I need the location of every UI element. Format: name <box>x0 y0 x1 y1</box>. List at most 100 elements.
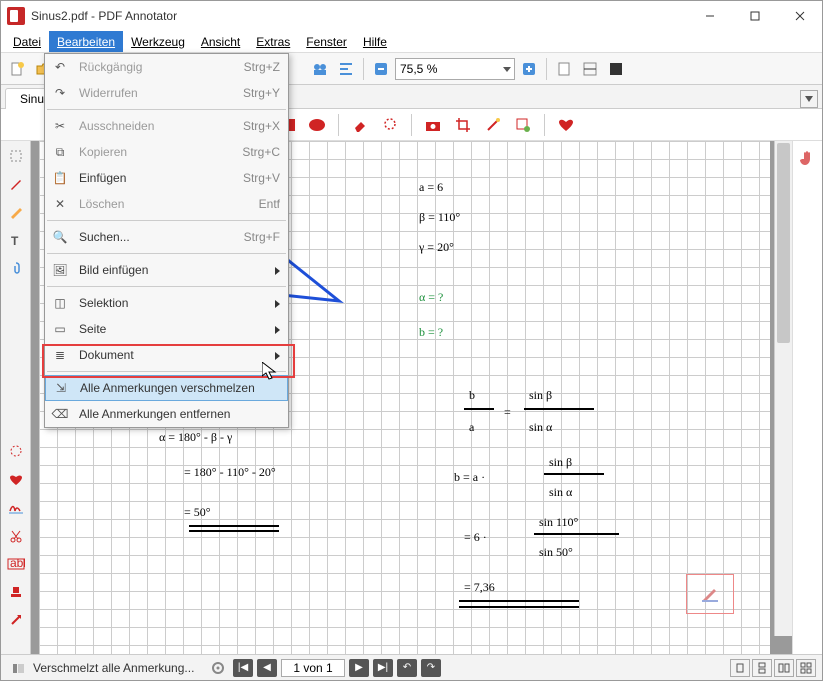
eraser-icon[interactable] <box>348 113 372 137</box>
pen-tool-icon[interactable] <box>5 173 27 195</box>
zoom-out-button[interactable] <box>369 57 393 81</box>
page-field[interactable]: 1 von 1 <box>281 659 345 677</box>
wand-icon[interactable] <box>481 113 505 137</box>
view-grid-icon[interactable] <box>796 659 816 677</box>
camera-icon[interactable] <box>421 113 445 137</box>
favorite-icon[interactable] <box>554 113 578 137</box>
svg-text:a = 6: a = 6 <box>419 180 443 194</box>
maximize-button[interactable] <box>732 1 777 31</box>
menu-paste[interactable]: 📋EinfügenStrg+V <box>45 165 288 191</box>
nav-back-icon[interactable]: ↶ <box>397 659 417 677</box>
menu-extras[interactable]: Extras <box>248 31 298 52</box>
svg-text:=: = <box>504 405 511 419</box>
svg-text:abl: abl <box>10 558 25 570</box>
new-button[interactable] <box>5 57 29 81</box>
svg-text:α = ?: α = ? <box>419 290 443 304</box>
lasso-icon[interactable] <box>378 113 402 137</box>
menu-find[interactable]: 🔍Suchen...Strg+F <box>45 224 288 250</box>
sig-icon[interactable] <box>5 497 27 519</box>
vertical-scrollbar[interactable] <box>774 141 792 636</box>
right-sidebar <box>792 141 822 654</box>
titlebar: Sinus2.pdf - PDF Annotator <box>1 1 822 31</box>
page-icon[interactable] <box>552 57 576 81</box>
page-icon: ▭ <box>51 320 69 338</box>
redo-icon: ↷ <box>51 84 69 102</box>
nav-last-icon[interactable]: ▶| <box>373 659 393 677</box>
menu-remove-annotations[interactable]: ⌫Alle Anmerkungen entfernen <box>45 401 288 427</box>
app-icon <box>7 7 25 25</box>
svg-text:sin α: sin α <box>549 485 573 499</box>
nav-fwd-icon[interactable]: ↷ <box>421 659 441 677</box>
nav-prev-icon[interactable]: ◀ <box>257 659 277 677</box>
nav-next-icon[interactable]: ▶ <box>349 659 369 677</box>
page-badge[interactable] <box>686 574 734 614</box>
menu-hilfe[interactable]: Hilfe <box>355 31 395 52</box>
lasso2-icon[interactable] <box>5 441 27 463</box>
svg-text:sin β: sin β <box>549 455 572 469</box>
menu-ansicht[interactable]: Ansicht <box>193 31 248 52</box>
ellipse-fill-icon[interactable] <box>305 113 329 137</box>
highlight-tool-icon[interactable] <box>5 201 27 223</box>
document-icon: ≣ <box>51 346 69 364</box>
window-buttons <box>687 1 822 31</box>
copy-icon: ⧉ <box>51 143 69 161</box>
svg-text:sin β: sin β <box>529 388 552 402</box>
menu-werkzeug[interactable]: Werkzeug <box>123 31 193 52</box>
menu-bearbeiten[interactable]: Bearbeiten <box>49 31 123 52</box>
scroll-thumb[interactable] <box>777 143 790 343</box>
minimize-button[interactable] <box>687 1 732 31</box>
menubar: Datei Bearbeiten Werkzeug Ansicht Extras… <box>1 31 822 53</box>
merge-icon: ⇲ <box>52 379 70 397</box>
hand-icon[interactable] <box>797 147 819 169</box>
svg-text:sin α: sin α <box>529 420 553 434</box>
add-tool-icon[interactable] <box>511 113 535 137</box>
scissors-icon: ✂ <box>51 117 69 135</box>
edit-menu-dropdown: ↶RückgängigStrg+Z ↷WiderrufenStrg+Y ✂Aus… <box>44 53 289 428</box>
cut2-icon[interactable] <box>5 525 27 547</box>
crop-icon[interactable] <box>451 113 475 137</box>
fullscreen-icon[interactable] <box>604 57 628 81</box>
group-icon[interactable] <box>308 57 332 81</box>
sb-left-icon[interactable] <box>7 657 29 679</box>
select-tool-icon[interactable] <box>5 145 27 167</box>
menu-cut[interactable]: ✂AusschneidenStrg+X <box>45 113 288 139</box>
view-single-icon[interactable] <box>730 659 750 677</box>
view-two-icon[interactable] <box>774 659 794 677</box>
zoom-in-button[interactable] <box>517 57 541 81</box>
heart-icon[interactable] <box>5 469 27 491</box>
tab-dropdown-icon[interactable] <box>800 90 818 108</box>
view-buttons <box>730 659 816 677</box>
menu-fenster[interactable]: Fenster <box>298 31 355 52</box>
undo-icon: ↶ <box>51 58 69 76</box>
menu-delete[interactable]: ✕LöschenEntf <box>45 191 288 217</box>
attach-tool-icon[interactable] <box>5 257 27 279</box>
menu-copy[interactable]: ⧉KopierenStrg+C <box>45 139 288 165</box>
svg-text:a: a <box>469 420 475 434</box>
zoom-select[interactable]: 75,5 % <box>395 58 515 80</box>
delete-icon: ✕ <box>51 195 69 213</box>
menu-undo[interactable]: ↶RückgängigStrg+Z <box>45 54 288 80</box>
arrow-tool-icon[interactable] <box>5 609 27 631</box>
menu-selection[interactable]: ◫Selektion <box>45 290 288 316</box>
sb-gear-icon[interactable] <box>207 657 229 679</box>
view-cont-icon[interactable] <box>752 659 772 677</box>
abl-icon[interactable]: abl <box>5 553 27 575</box>
svg-text:= 50°: = 50° <box>184 505 211 519</box>
align-icon[interactable] <box>334 57 358 81</box>
svg-text:= 180° - 110° - 20°: = 180° - 110° - 20° <box>184 465 276 479</box>
menu-insert-image[interactable]: 🖼Bild einfügen <box>45 257 288 283</box>
svg-text:= 6 ·: = 6 · <box>464 530 487 544</box>
close-button[interactable] <box>777 1 822 31</box>
menu-page[interactable]: ▭Seite <box>45 316 288 342</box>
menu-datei[interactable]: Datei <box>5 31 49 52</box>
menu-document[interactable]: ≣Dokument <box>45 342 288 368</box>
text-tool-icon[interactable]: T <box>5 229 27 251</box>
menu-redo[interactable]: ↷WiderrufenStrg+Y <box>45 80 288 106</box>
stamp-icon[interactable] <box>5 581 27 603</box>
svg-text:T: T <box>11 234 19 247</box>
left-sidebar: T abl <box>1 141 31 654</box>
svg-text:b: b <box>469 388 475 402</box>
nav-first-icon[interactable]: |◀ <box>233 659 253 677</box>
menu-merge-annotations[interactable]: ⇲Alle Anmerkungen verschmelzen <box>45 375 288 401</box>
fit-width-icon[interactable] <box>578 57 602 81</box>
